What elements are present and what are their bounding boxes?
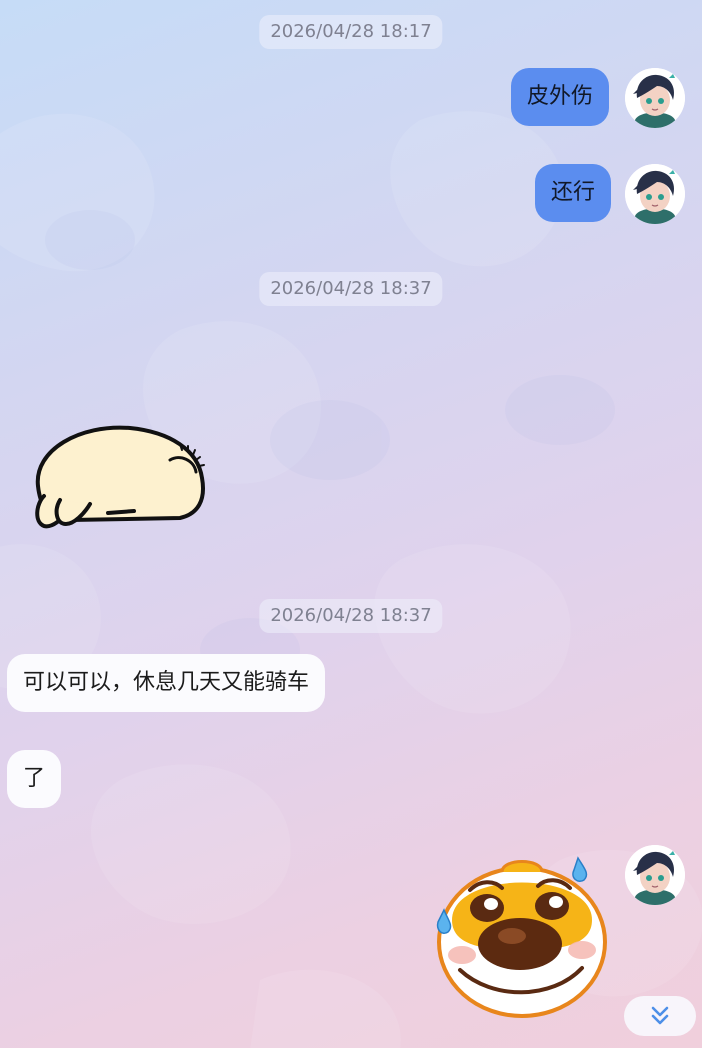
user-avatar[interactable] (625, 164, 685, 224)
user-avatar[interactable] (625, 68, 685, 128)
received-message-bubble[interactable]: 了 (7, 750, 62, 808)
avatar-anime-boy-icon (625, 68, 685, 128)
message-timestamp: 2026/04/28 18:17 (259, 15, 443, 49)
avatar-anime-boy-icon (625, 845, 685, 905)
scroll-to-bottom-button[interactable] (624, 996, 696, 1036)
crying-dog-emoji-sticker[interactable] (432, 850, 612, 1020)
sent-message-bubble[interactable]: 皮外伤 (511, 68, 610, 126)
received-message-bubble[interactable]: 可以可以，休息几天又能骑车 (7, 654, 326, 712)
avatar-anime-boy-icon (625, 164, 685, 224)
user-avatar[interactable] (625, 845, 685, 905)
sent-message-bubble[interactable]: 还行 (535, 164, 612, 222)
message-timestamp: 2026/04/28 18:37 (259, 272, 443, 306)
message-timestamp: 2026/04/28 18:37 (259, 599, 443, 633)
lying-bunny-sticker[interactable] (30, 420, 212, 535)
double-chevron-down-icon (651, 1006, 669, 1025)
